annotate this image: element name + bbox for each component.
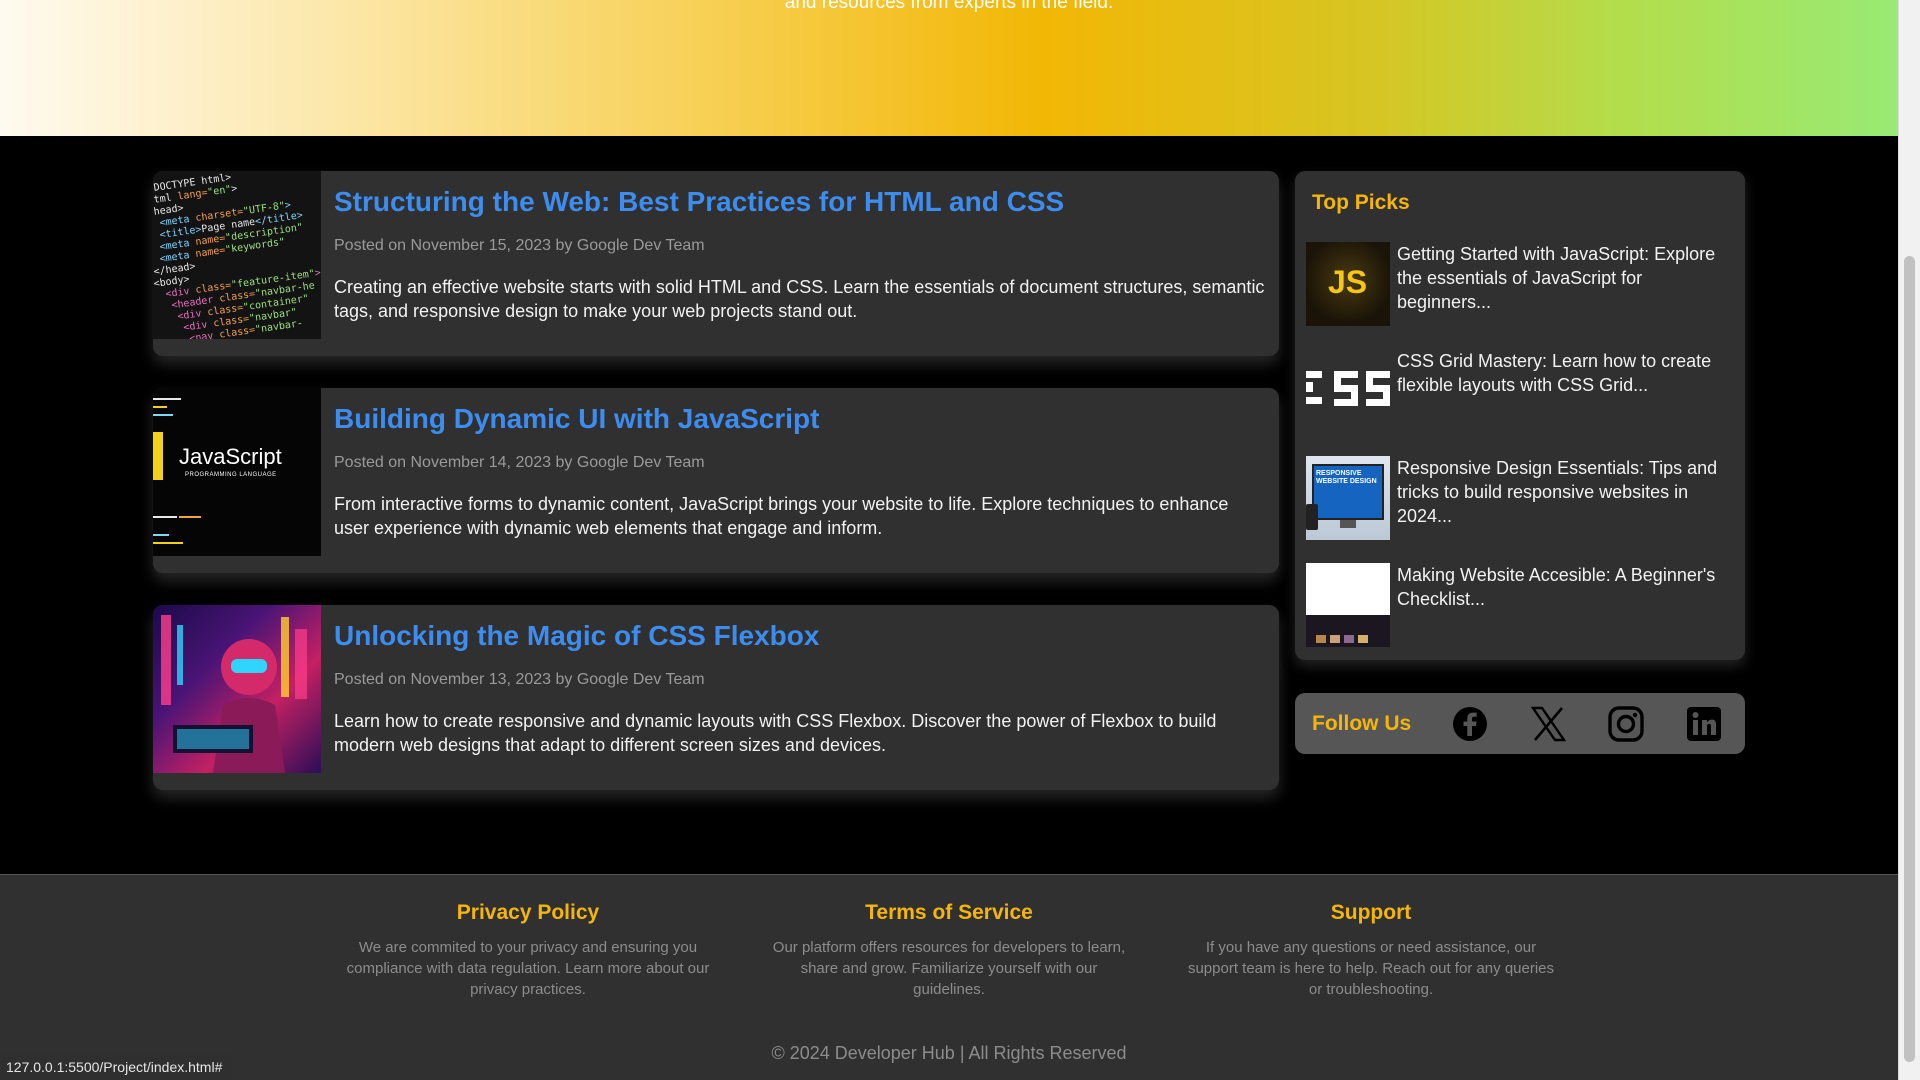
js-logo-text: JS: [1328, 264, 1368, 300]
top-picks-title: Top Picks: [1312, 191, 1410, 214]
scrollbar-thumb[interactable]: [1904, 256, 1915, 1062]
post-body: Unlocking the Magic of CSS Flexbox Poste…: [334, 619, 1265, 757]
post-meta: Posted on November 15, 2023 by Google De…: [334, 236, 705, 254]
footer-column-privacy: Privacy Policy We are commited to your p…: [343, 901, 713, 1000]
code-line-decoration: [153, 542, 183, 544]
top-pick-text: Making Website Accesible: A Beginner's C…: [1397, 565, 1716, 609]
footer-column-terms: Terms of Service Our platform offers res…: [764, 901, 1134, 1000]
top-pick-text: Getting Started with JavaScript: Explore…: [1397, 244, 1716, 312]
javascript-sublabel: PROGRAMMING LANGUAGE: [185, 472, 277, 478]
page: and resources from experts in the field.…: [0, 0, 1898, 1080]
site-footer: Privacy Policy We are commited to your p…: [0, 874, 1898, 1080]
post-title[interactable]: Structuring the Web: Best Practices for …: [334, 185, 1265, 219]
javascript-label: JavaScript: [179, 444, 282, 469]
post-title[interactable]: Building Dynamic UI with JavaScript: [334, 402, 1265, 436]
footer-support-text: If you have any questions or need assist…: [1187, 939, 1555, 998]
footer-terms-text: Our platform offers resources for develo…: [772, 939, 1126, 998]
neon-robot-illustration: [161, 615, 307, 773]
code-line-decoration: [153, 406, 167, 408]
footer-privacy-title[interactable]: Privacy Policy: [343, 901, 713, 925]
vertical-scrollbar[interactable]: [1898, 0, 1920, 1080]
facebook-icon[interactable]: [1451, 705, 1489, 743]
top-pick-item[interactable]: Making Website Accesible: A Beginner's C…: [1306, 563, 1736, 647]
post-body: Building Dynamic UI with JavaScript Post…: [334, 402, 1265, 540]
post-excerpt: From interactive forms to dynamic conten…: [334, 493, 1229, 538]
hero-banner: and resources from experts in the field.: [0, 0, 1898, 136]
phone-graphic: [1306, 504, 1318, 530]
screenshot-card: [1316, 635, 1326, 643]
top-pick-item[interactable]: RESPONSIVE WEBSITE DESIGN Responsive Des…: [1306, 456, 1736, 540]
posts-list: DOCTYPE html> tml lang="en"> head> <meta…: [153, 171, 1279, 822]
hero-subtitle: and resources from experts in the field.: [784, 0, 1114, 13]
instagram-icon[interactable]: [1607, 705, 1645, 743]
screenshot-card: [1344, 635, 1354, 643]
post-meta: Posted on November 13, 2023 by Google De…: [334, 670, 705, 688]
html-code-thumbnail: DOCTYPE html> tml lang="en"> head> <meta…: [153, 171, 321, 339]
footer-support-title[interactable]: Support: [1186, 901, 1556, 925]
js-yellow-bar: [153, 432, 163, 480]
post-body: Structuring the Web: Best Practices for …: [334, 185, 1265, 323]
css-logo-graphic: [1306, 371, 1390, 406]
css-logo-thumbnail: [1306, 349, 1390, 433]
code-line-decoration: [153, 534, 169, 536]
screenshot-card: [1358, 635, 1368, 643]
screenshot-card: [1330, 635, 1340, 643]
top-pick-text: CSS Grid Mastery: Learn how to create fl…: [1397, 351, 1712, 395]
post-card: Unlocking the Magic of CSS Flexbox Poste…: [153, 605, 1279, 790]
linkedin-icon[interactable]: [1685, 705, 1723, 743]
top-pick-item[interactable]: CSS Grid Mastery: Learn how to create fl…: [1306, 349, 1736, 433]
post-card: DOCTYPE html> tml lang="en"> head> <meta…: [153, 171, 1279, 356]
js-logo-thumbnail: JS: [1306, 242, 1390, 326]
responsive-design-thumbnail: RESPONSIVE WEBSITE DESIGN: [1306, 456, 1390, 540]
code-line-decoration: [153, 414, 173, 416]
follow-us-panel: Follow Us: [1295, 693, 1745, 754]
link-status-url: 127.0.0.1:5500/Project/index.html#: [0, 1054, 233, 1080]
x-twitter-icon[interactable]: [1529, 705, 1567, 743]
code-line-decoration: [179, 516, 201, 518]
code-line-decoration: [153, 398, 181, 400]
footer-terms-title[interactable]: Terms of Service: [764, 901, 1134, 925]
post-title[interactable]: Unlocking the Magic of CSS Flexbox: [334, 619, 1265, 653]
follow-us-label: Follow Us: [1312, 712, 1412, 735]
copyright-text: © 2024 Developer Hub | All Rights Reserv…: [771, 1043, 1127, 1063]
top-pick-text: Responsive Design Essentials: Tips and t…: [1397, 458, 1718, 526]
responsive-design-label: RESPONSIVE WEBSITE DESIGN: [1316, 470, 1377, 485]
top-pick-item[interactable]: JS Getting Started with JavaScript: Expl…: [1306, 242, 1736, 326]
top-picks-panel: Top Picks JS Getting Started with JavaSc…: [1295, 171, 1745, 660]
post-excerpt: Creating an effective website starts wit…: [334, 276, 1265, 321]
footer-privacy-text: We are commited to your privacy and ensu…: [346, 939, 710, 998]
post-meta: Posted on November 14, 2023 by Google De…: [334, 453, 705, 471]
monitor-stand-graphic: [1340, 520, 1356, 528]
post-card: JavaScript PROGRAMMING LANGUAGE Building…: [153, 388, 1279, 573]
javascript-thumbnail: JavaScript PROGRAMMING LANGUAGE: [153, 388, 321, 556]
neon-robot-thumbnail: [153, 605, 321, 773]
footer-column-support: Support If you have any questions or nee…: [1186, 901, 1556, 1000]
website-screenshot-thumbnail: [1306, 563, 1390, 647]
post-excerpt: Learn how to create responsive and dynam…: [334, 710, 1217, 755]
code-line-decoration: [153, 516, 177, 518]
